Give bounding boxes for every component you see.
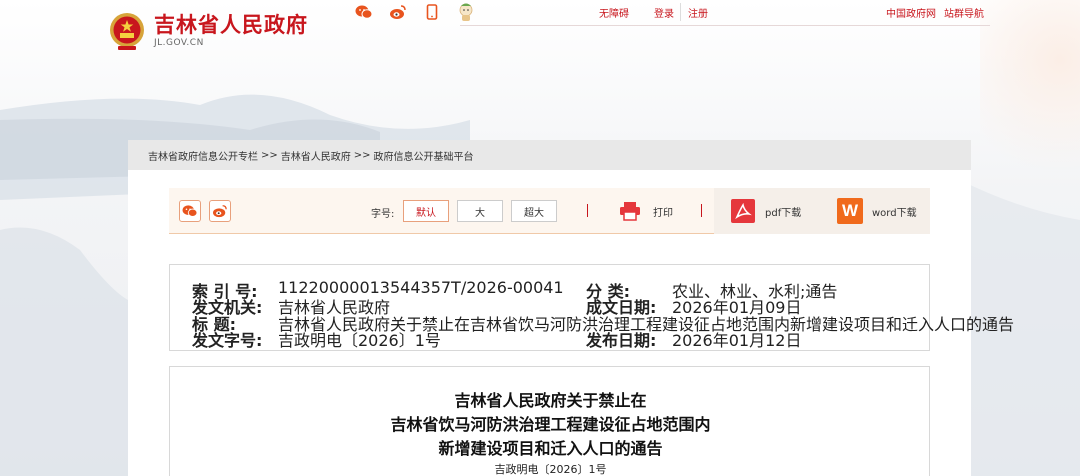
- mobile-icon[interactable]: [422, 2, 442, 22]
- site-title: 吉林省人民政府: [154, 13, 308, 37]
- breadcrumb-item-info-column[interactable]: 吉林省政府信息公开专栏: [148, 148, 258, 163]
- topbar-divider: [680, 3, 681, 21]
- pdf-icon: [731, 199, 755, 223]
- toolbar-divider: [701, 204, 702, 217]
- weibo-icon: [213, 205, 227, 218]
- toolbar-divider: [587, 204, 588, 217]
- document-metadata: 索 引 号: 11220000013544357T/2026-00041 分 类…: [169, 264, 1014, 351]
- wechat-icon[interactable]: [354, 2, 374, 22]
- document-title-line-3: 新增建设项目和迁入人口的通告: [438, 439, 663, 458]
- accessibility-link[interactable]: 无障碍: [599, 5, 629, 20]
- gov-cn-link[interactable]: 中国政府网: [886, 5, 936, 20]
- breadcrumb-separator: >>: [261, 149, 278, 161]
- breadcrumb-separator: >>: [353, 149, 371, 161]
- breadcrumb-item-gov[interactable]: 吉林省人民政府: [281, 148, 351, 163]
- share-weibo-button[interactable]: [209, 200, 231, 222]
- print-button[interactable]: 打印: [619, 188, 673, 234]
- register-link[interactable]: 注册: [688, 5, 708, 20]
- social-icons: [354, 2, 476, 22]
- document-number: 吉政明电〔2026〕1号: [494, 463, 607, 476]
- login-link[interactable]: 登录: [654, 5, 674, 20]
- share-wechat-button[interactable]: [179, 200, 201, 222]
- national-emblem-icon: [108, 12, 146, 56]
- mascot-icon[interactable]: [456, 2, 476, 22]
- article-toolbar: 字号: 默认 大 超大 打印 pdf下载 W word下载: [169, 188, 930, 234]
- topbar-underline: [460, 25, 990, 26]
- breadcrumb-item-platform[interactable]: 政府信息公开基础平台: [374, 148, 474, 163]
- weibo-icon[interactable]: [388, 2, 408, 22]
- font-size-default-button[interactable]: 默认: [403, 200, 449, 222]
- document-number-value: 吉政明电〔2026〕1号: [278, 331, 441, 350]
- print-label: 打印: [653, 207, 673, 219]
- site-domain: JL.GOV.CN: [154, 38, 204, 48]
- document-title-line-2: 吉林省饮马河防洪治理工程建设征占地范围内: [390, 415, 711, 434]
- document-title-line-1: 吉林省人民政府关于禁止在: [454, 391, 647, 410]
- site-logo[interactable]: 吉林省人民政府 JL.GOV.CN: [108, 12, 308, 56]
- word-download-button[interactable]: W word下载: [837, 188, 917, 234]
- publish-date-value: 2026年01月12日: [672, 331, 802, 350]
- font-size-xlarge-button[interactable]: 超大: [511, 200, 557, 222]
- font-size-label: 字号:: [371, 209, 395, 220]
- font-size-large-button[interactable]: 大: [457, 200, 503, 222]
- document-number-label: 发文字号:: [192, 331, 263, 350]
- site-nav-link[interactable]: 站群导航: [944, 5, 984, 20]
- pdf-download-button[interactable]: pdf下载: [731, 188, 801, 234]
- corner-decoration: [980, 0, 1080, 200]
- pdf-download-label: pdf下载: [765, 207, 802, 219]
- wechat-icon: [182, 205, 198, 217]
- document-body: 吉林省人民政府关于禁止在 吉林省饮马河防洪治理工程建设征占地范围内 新增建设项目…: [169, 366, 930, 476]
- share-buttons: [179, 200, 231, 222]
- breadcrumb: 吉林省政府信息公开专栏 >> 吉林省人民政府 >> 政府信息公开基础平台: [128, 140, 971, 170]
- publish-date-label: 发布日期:: [586, 331, 657, 350]
- word-download-label: word下载: [872, 207, 917, 219]
- word-icon: W: [837, 198, 863, 224]
- printer-icon: [620, 202, 640, 221]
